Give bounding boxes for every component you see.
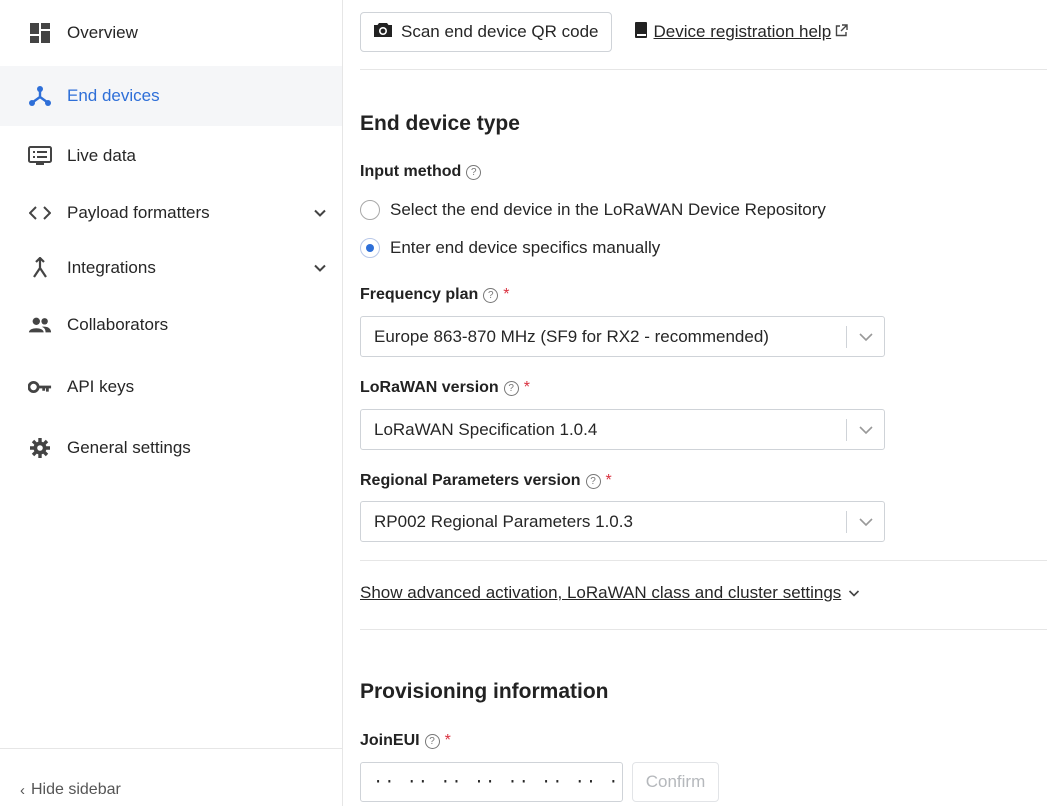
divider bbox=[360, 69, 1047, 70]
sidebar: Overview End devices Live data Payload f… bbox=[0, 0, 343, 806]
lorawan-version-label: LoRaWAN version ? * bbox=[360, 379, 530, 397]
help-icon[interactable]: ? bbox=[483, 287, 499, 303]
frequency-plan-label: Frequency plan ? * bbox=[360, 286, 509, 304]
end-devices-icon bbox=[28, 84, 52, 108]
required-marker: * bbox=[605, 472, 612, 489]
help-icon[interactable]: ? bbox=[466, 164, 482, 180]
frequency-plan-value: Europe 863-870 MHz (SF9 for RX2 - recomm… bbox=[374, 326, 769, 346]
sidebar-item-label: API keys bbox=[67, 377, 135, 396]
code-icon bbox=[28, 201, 52, 225]
collaborators-icon bbox=[28, 313, 52, 337]
lorawan-version-label-text: LoRaWAN version bbox=[360, 379, 499, 396]
chevron-down-icon bbox=[849, 590, 860, 597]
radio-option-manual[interactable]: Enter end device specifics manually bbox=[360, 238, 660, 258]
frequency-plan-label-text: Frequency plan bbox=[360, 286, 479, 303]
sidebar-footer: ‹ Hide sidebar bbox=[0, 748, 342, 806]
sidebar-item-label: Payload formatters bbox=[67, 203, 210, 222]
radio-option-label: Enter end device specifics manually bbox=[390, 238, 661, 257]
help-icon[interactable]: ? bbox=[503, 380, 519, 396]
sidebar-item-label: General settings bbox=[67, 438, 191, 457]
radio-option-repository[interactable]: Select the end device in the LoRaWAN Dev… bbox=[360, 200, 826, 220]
provisioning-heading: Provisioning information bbox=[360, 680, 609, 703]
key-icon bbox=[28, 375, 52, 399]
radio-button-selected[interactable] bbox=[360, 238, 380, 258]
scan-qr-button[interactable]: Scan end device QR code bbox=[360, 12, 612, 52]
sidebar-item-collaborators[interactable]: Collaborators bbox=[0, 297, 342, 353]
show-advanced-settings-link[interactable]: Show advanced activation, LoRaWAN class … bbox=[360, 583, 861, 603]
book-icon bbox=[634, 21, 648, 44]
lorawan-version-select[interactable]: LoRaWAN Specification 1.0.4 bbox=[360, 409, 885, 450]
sidebar-item-label: Integrations bbox=[67, 258, 156, 277]
divider bbox=[360, 629, 1047, 630]
sidebar-item-end-devices[interactable]: End devices bbox=[0, 66, 342, 126]
main-content: Scan end device QR code Device registrat… bbox=[343, 0, 1047, 806]
chevron-down-icon[interactable] bbox=[312, 260, 328, 276]
overview-icon bbox=[28, 21, 52, 45]
regional-params-value: RP002 Regional Parameters 1.0.3 bbox=[374, 511, 633, 531]
advanced-settings-label: Show advanced activation, LoRaWAN class … bbox=[360, 583, 842, 602]
input-method-label-text: Input method bbox=[360, 163, 462, 180]
scan-qr-label: Scan end device QR code bbox=[401, 22, 599, 41]
hide-sidebar-label: Hide sidebar bbox=[31, 781, 121, 798]
select-separator bbox=[846, 419, 847, 441]
regional-params-label: Regional Parameters version ? * bbox=[360, 472, 612, 490]
sidebar-item-label: End devices bbox=[67, 86, 160, 105]
radio-option-label: Select the end device in the LoRaWAN Dev… bbox=[390, 200, 826, 219]
sidebar-item-label: Collaborators bbox=[67, 315, 169, 334]
help-icon[interactable]: ? bbox=[585, 473, 601, 489]
select-separator bbox=[846, 511, 847, 533]
sidebar-item-integrations[interactable]: Integrations bbox=[0, 240, 342, 296]
chevron-down-icon[interactable] bbox=[312, 205, 328, 221]
end-device-type-heading: End device type bbox=[360, 112, 520, 135]
required-marker: * bbox=[444, 732, 451, 749]
joineui-label: JoinEUI ? * bbox=[360, 732, 451, 750]
regional-params-label-text: Regional Parameters version bbox=[360, 472, 581, 489]
camera-icon bbox=[373, 22, 393, 43]
sidebar-item-overview[interactable]: Overview bbox=[0, 5, 342, 61]
joineui-label-text: JoinEUI bbox=[360, 732, 420, 749]
chevron-down-icon bbox=[859, 333, 873, 342]
chevron-left-icon: ‹ bbox=[20, 781, 25, 799]
required-marker: * bbox=[523, 379, 530, 396]
lorawan-version-value: LoRaWAN Specification 1.0.4 bbox=[374, 419, 598, 439]
frequency-plan-select[interactable]: Europe 863-870 MHz (SF9 for RX2 - recomm… bbox=[360, 316, 885, 357]
regional-params-select[interactable]: RP002 Regional Parameters 1.0.3 bbox=[360, 501, 885, 542]
confirm-button[interactable]: Confirm bbox=[632, 762, 719, 802]
external-link-icon bbox=[835, 22, 848, 42]
sidebar-item-general-settings[interactable]: General settings bbox=[0, 420, 342, 476]
joineui-input[interactable] bbox=[360, 762, 623, 802]
required-marker: * bbox=[503, 286, 510, 303]
chevron-down-icon bbox=[859, 518, 873, 527]
divider bbox=[360, 560, 1047, 561]
help-icon[interactable]: ? bbox=[424, 733, 440, 749]
gear-icon bbox=[28, 436, 52, 460]
select-separator bbox=[846, 326, 847, 348]
chevron-down-icon bbox=[859, 426, 873, 435]
sidebar-item-api-keys[interactable]: API keys bbox=[0, 359, 342, 415]
sidebar-item-live-data[interactable]: Live data bbox=[0, 128, 342, 184]
toolbar: Scan end device QR code Device registrat… bbox=[360, 12, 848, 52]
help-link-label: Device registration help bbox=[653, 22, 832, 41]
sidebar-item-label: Live data bbox=[67, 146, 136, 165]
device-registration-help-link[interactable]: Device registration help bbox=[634, 21, 849, 44]
sidebar-item-payload-formatters[interactable]: Payload formatters bbox=[0, 185, 342, 241]
radio-button[interactable] bbox=[360, 200, 380, 220]
input-method-label: Input method ? bbox=[360, 163, 482, 181]
hide-sidebar-button[interactable]: ‹ Hide sidebar bbox=[20, 781, 121, 799]
sidebar-item-label: Overview bbox=[67, 23, 138, 42]
integrations-icon bbox=[28, 256, 52, 280]
live-data-icon bbox=[28, 144, 52, 168]
